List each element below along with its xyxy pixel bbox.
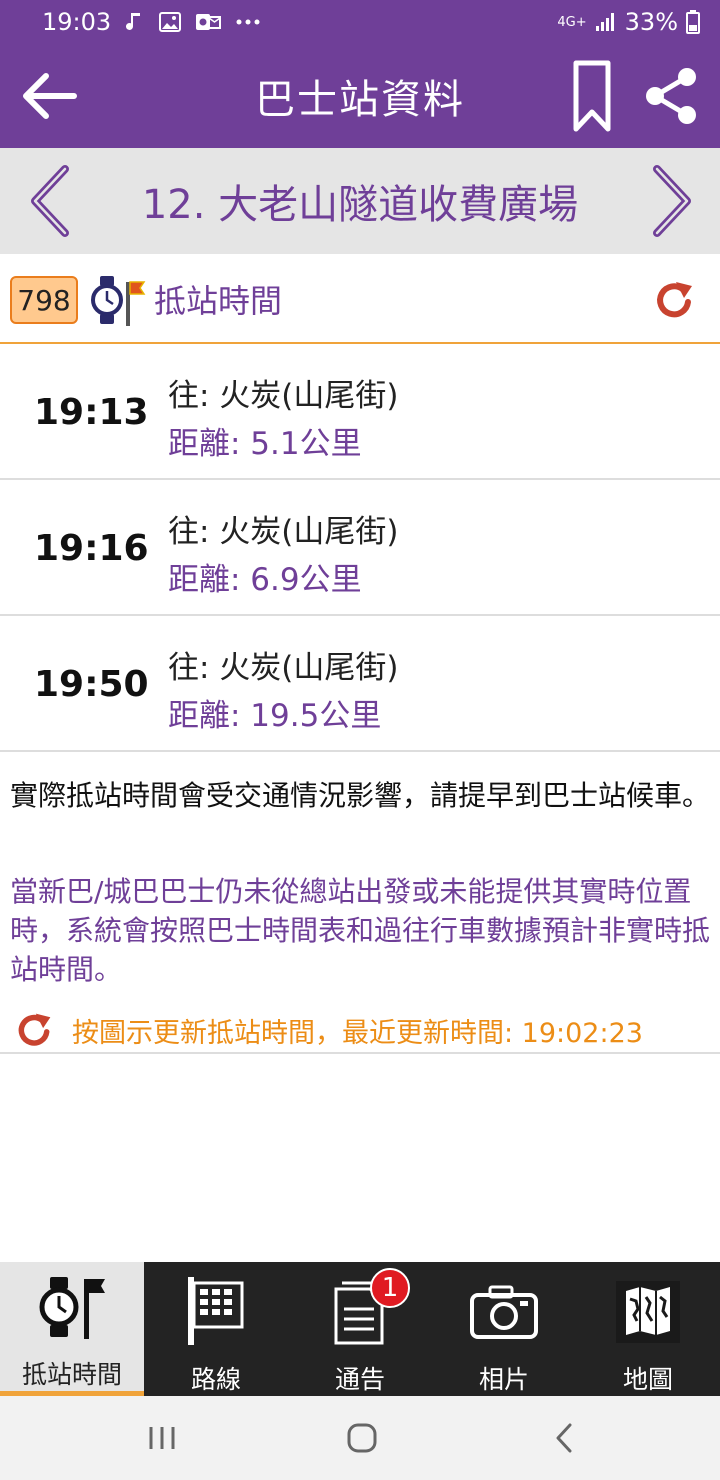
- home-button[interactable]: [332, 1412, 392, 1464]
- back-chevron-icon: [556, 1423, 572, 1453]
- home-icon: [347, 1423, 377, 1453]
- last-update-text: 按圖示更新抵站時間，最近更新時間: 19:02:23: [72, 1017, 643, 1049]
- nav-label: 通告: [334, 1365, 385, 1394]
- notes-section: 實際抵站時間會受交通情況影響，請提早到巴士站候車。 當新巴/城巴巴士仍未從總站出…: [0, 752, 720, 1054]
- refresh-icon: [657, 282, 692, 318]
- next-stop-button[interactable]: [640, 162, 704, 240]
- nav-tab-eta[interactable]: 抵站時間: [0, 1262, 144, 1396]
- nav-label: 相片: [478, 1365, 529, 1394]
- route-number-badge: 798: [10, 276, 78, 324]
- eta-destination: 往: 火炭(山尾街): [168, 378, 399, 414]
- share-icon: [646, 68, 696, 124]
- eta-time: 19:13: [34, 391, 149, 433]
- bottom-nav: 抵站時間 路線 1 通告 相片 地圖: [0, 1262, 720, 1396]
- watch-flag-icon: [90, 272, 146, 328]
- music-note-icon: [125, 11, 145, 33]
- status-time: 19:03: [42, 8, 112, 36]
- nav-label: 抵站時間: [21, 1360, 122, 1389]
- recent-apps-button[interactable]: [132, 1412, 192, 1464]
- eta-header: 798 抵站時間: [0, 254, 720, 344]
- camera-icon: [464, 1272, 544, 1350]
- eta-distance: 距離: 19.5公里: [168, 698, 382, 734]
- eta-destination: 往: 火炭(山尾街): [168, 650, 399, 686]
- more-dots-icon: [235, 18, 261, 26]
- chevron-right-icon: [653, 165, 691, 237]
- arrow-left-icon: [23, 73, 77, 119]
- eta-row[interactable]: 19:13 往: 火炭(山尾街) 距離: 5.1公里: [0, 344, 720, 480]
- eta-title: 抵站時間: [154, 282, 283, 320]
- back-button[interactable]: [10, 58, 86, 134]
- app-bar: 巴士站資料: [0, 44, 720, 148]
- watch-flag-icon: [32, 1272, 112, 1345]
- eta-time: 19:50: [34, 663, 149, 705]
- refresh-button[interactable]: [652, 278, 696, 322]
- eta-destination: 往: 火炭(山尾街): [168, 514, 399, 550]
- notification-badge: 1: [370, 1268, 410, 1308]
- traffic-note: 實際抵站時間會受交通情況影響，請提早到巴士站候車。: [10, 779, 711, 812]
- network-type: 4G+: [557, 14, 587, 30]
- eta-row[interactable]: 19:16 往: 火炭(山尾街) 距離: 6.9公里: [0, 480, 720, 616]
- eta-time: 19:16: [34, 527, 149, 569]
- nav-label: 路線: [190, 1365, 241, 1394]
- chevron-left-icon: [31, 165, 69, 237]
- battery-icon: [686, 10, 700, 34]
- battery-percent: 33%: [624, 8, 678, 36]
- eta-distance: 距離: 6.9公里: [168, 562, 362, 598]
- route-board-icon: [176, 1272, 256, 1350]
- eta-list: 19:13 往: 火炭(山尾街) 距離: 5.1公里 19:16 往: 火炭(山…: [0, 344, 720, 752]
- status-right: 4G+ 33%: [557, 8, 700, 36]
- status-left: 19:03: [42, 8, 261, 36]
- system-nav-bar: [0, 1396, 720, 1480]
- last-update-line: 按圖示更新抵站時間，最近更新時間: 19:02:23: [10, 1008, 710, 1052]
- refresh-icon[interactable]: [14, 1010, 54, 1050]
- nav-tab-routes[interactable]: 路線: [144, 1262, 288, 1396]
- share-button[interactable]: [636, 56, 706, 136]
- outlook-mail-icon: [195, 12, 222, 32]
- map-icon: [608, 1272, 688, 1350]
- status-bar: 19:03 4G+ 33%: [0, 0, 720, 44]
- system-back-button[interactable]: [534, 1412, 594, 1464]
- stop-name: 12. 大老山隧道收費廣場: [141, 182, 579, 228]
- bookmark-button[interactable]: [560, 56, 624, 136]
- nav-label: 地圖: [622, 1365, 673, 1394]
- image-icon: [159, 12, 182, 32]
- realtime-note: 當新巴/城巴巴士仍未從總站出發或未能提供其實時位置時，系統會按照巴士時間表和過往…: [10, 875, 711, 986]
- nav-tab-notices[interactable]: 1 通告: [288, 1262, 432, 1396]
- eta-row[interactable]: 19:50 往: 火炭(山尾街) 距離: 19.5公里: [0, 616, 720, 752]
- previous-stop-button[interactable]: [18, 162, 82, 240]
- recent-apps-icon: [149, 1427, 175, 1449]
- nav-tab-photos[interactable]: 相片: [432, 1262, 576, 1396]
- nav-tab-map[interactable]: 地圖: [576, 1262, 720, 1396]
- eta-distance: 距離: 5.1公里: [168, 426, 362, 462]
- bookmark-icon: [573, 60, 611, 132]
- stop-selector: 12. 大老山隧道收費廣場: [0, 148, 720, 254]
- signal-icon: [595, 12, 617, 32]
